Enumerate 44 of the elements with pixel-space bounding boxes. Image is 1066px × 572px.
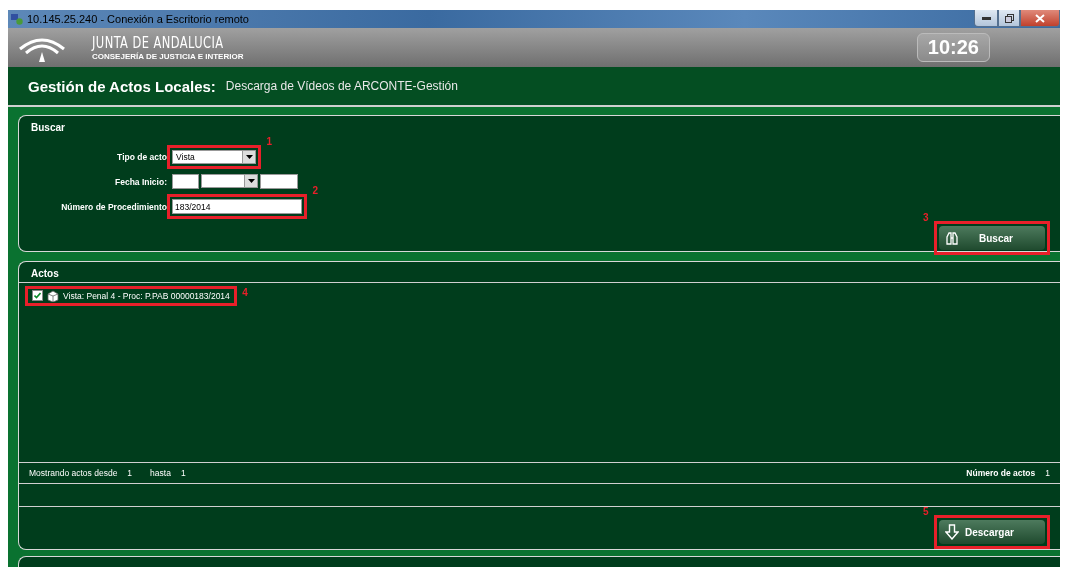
annotation-number: 2 [312, 185, 318, 196]
binoculars-icon [945, 231, 959, 245]
minimize-button[interactable] [974, 10, 998, 27]
search-button[interactable]: Buscar [939, 226, 1045, 250]
input-field[interactable] [172, 174, 199, 189]
panel-title: Actos [30, 267, 60, 279]
input-field[interactable] [260, 174, 298, 189]
clock: 10:26 [916, 33, 990, 62]
act-item[interactable]: Vista: Penal 4 - Proc: P.PAB 00000183/2014 [32, 289, 230, 302]
page-title: Gestión de Actos Locales: [28, 77, 216, 95]
minimize-icon [981, 16, 991, 20]
range-to: 1 [180, 468, 186, 479]
input-field[interactable]: 183/2014 [172, 199, 302, 214]
range-to-label: hasta [150, 468, 171, 479]
download-button[interactable]: Descargar [939, 520, 1045, 544]
close-button[interactable] [1020, 10, 1060, 27]
check-icon [34, 292, 41, 299]
film-box-icon [47, 289, 59, 302]
count-value: 1 [1045, 468, 1050, 479]
count-label: Número de actos [966, 468, 1036, 479]
annotation-number: 5 [923, 506, 929, 517]
field-label: Número de Procedimiento [60, 201, 167, 212]
caret-icon [245, 154, 253, 160]
checkbox[interactable] [32, 290, 43, 301]
page-subtitle: Descarga de Vídeos de ARCONTE-Gestión [225, 79, 458, 93]
field-label: Fecha Inicio: [114, 176, 167, 187]
annotation-number: 4 [242, 286, 248, 298]
department-name: CONSEJERÍA DE JUSTICIA E INTERIOR [92, 52, 245, 61]
remote-desktop-icon [11, 13, 23, 25]
range-from: 1 [127, 468, 133, 479]
down-arrow-icon [945, 524, 959, 540]
restore-button[interactable] [998, 10, 1020, 27]
field-label: Tipo de acto [116, 152, 167, 162]
annotation-number: 1 [266, 136, 272, 147]
restore-icon [1004, 13, 1014, 23]
range-label: Mostrando actos desde [29, 468, 118, 479]
select-field[interactable] [201, 174, 258, 188]
select-field[interactable]: Vista [172, 150, 256, 164]
annotation-number: 3 [923, 212, 929, 223]
window-title: 10.145.25.240 - Conexión a Escritorio remoto [27, 13, 249, 25]
organization-name: JUNTA DE ANDALUCIA [92, 34, 224, 52]
caret-icon [247, 178, 255, 184]
panel-title: Buscar [30, 121, 66, 133]
close-icon [1035, 13, 1045, 23]
